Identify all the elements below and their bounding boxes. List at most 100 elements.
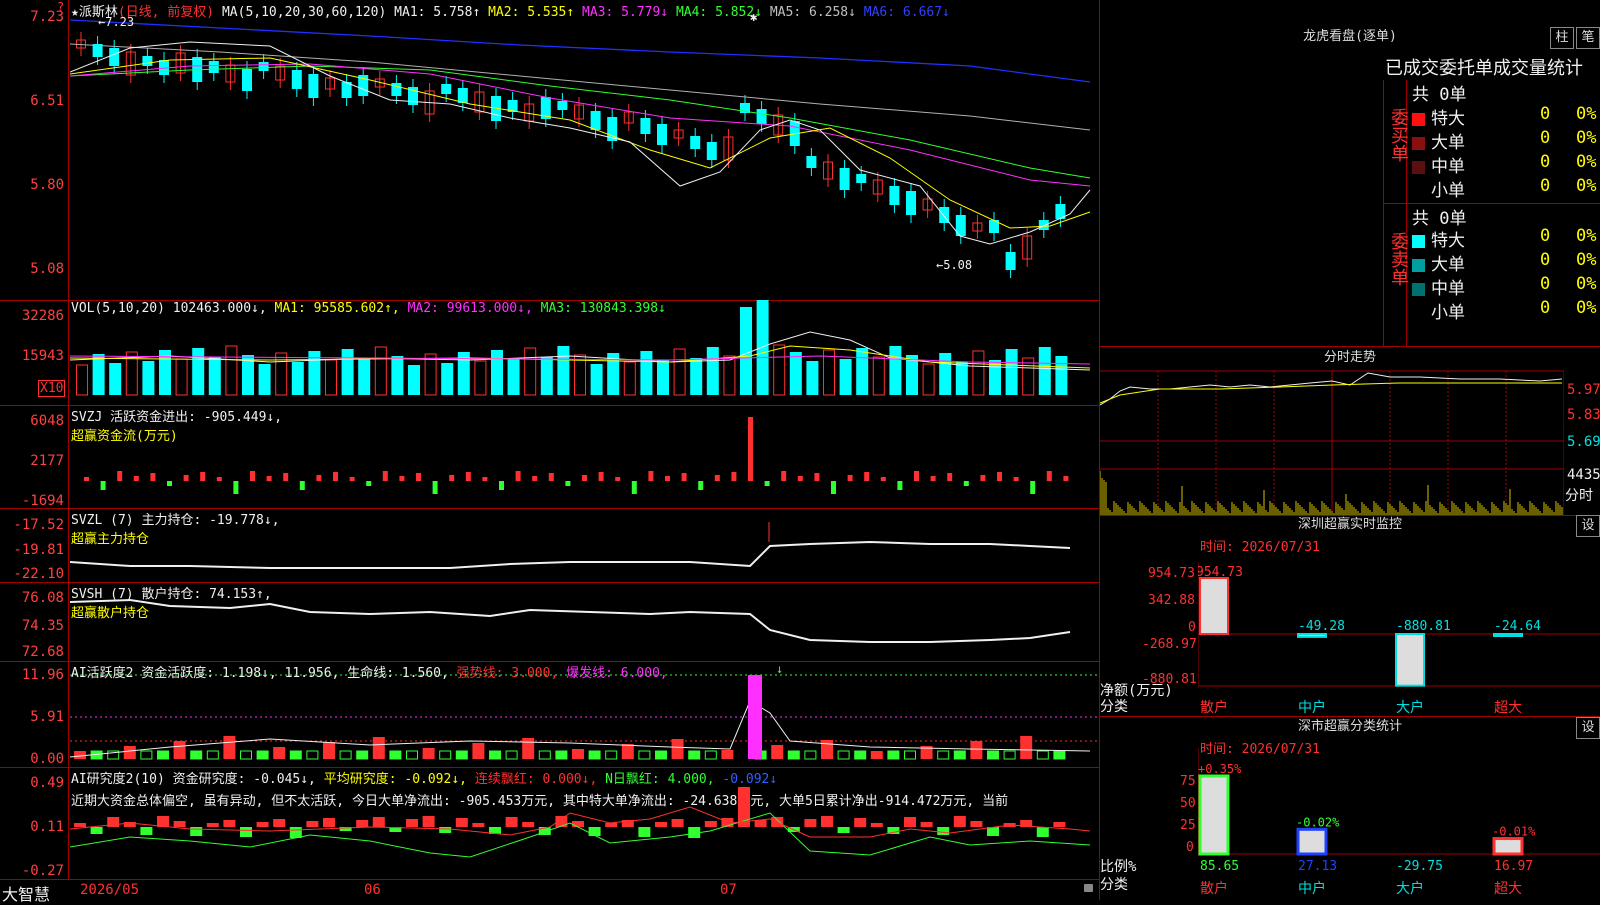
- sz-monitor-panel: 深圳超赢实时监控 设 时间: 2026/07/31 954.73 342.88 …: [1100, 514, 1600, 717]
- ai2-bar: [422, 816, 435, 827]
- lhb-tabs[interactable]: 已成交委托单成交量统计: [1385, 54, 1583, 80]
- sz-class-title: 深市超赢分类统计: [1297, 719, 1402, 734]
- svzj-bar: [781, 471, 787, 481]
- ai1-axis: 11.96 5.91 0.00: [0, 661, 69, 767]
- ai1-bar: [621, 744, 634, 759]
- svzj-bar: [864, 472, 870, 481]
- ai2-bar: [821, 816, 833, 827]
- ma120-line: [70, 19, 1091, 83]
- high-mark: ←7.23: [98, 15, 134, 29]
- lhb-row-name: 小单: [1431, 303, 1465, 323]
- ai2-bar: [223, 820, 236, 827]
- ai1-pane[interactable]: 11.96 5.91 0.00 AI活跃度2 资金活跃度: 1.198↓, 11…: [0, 661, 1099, 768]
- bar-mode-button[interactable]: 柱: [1550, 27, 1574, 49]
- ai1-chart[interactable]: ↓: [70, 661, 1099, 767]
- vol-tick: 15943: [21, 348, 64, 364]
- svzj-axis: 6048 2177 -1694: [0, 405, 69, 509]
- vol-bar: [939, 353, 952, 395]
- vol-bar: [408, 365, 420, 395]
- svzj-bar: [930, 476, 936, 481]
- svzj-bar: [416, 473, 421, 481]
- svzj-bar: [366, 481, 372, 486]
- svsh-line: [70, 598, 1071, 643]
- ai1-bar: [1020, 736, 1033, 759]
- ai2-bar: [273, 819, 286, 827]
- ai2-bar: [522, 822, 535, 827]
- ai2-pane[interactable]: 0.49 0.11 -0.27 AI研究度2(10) 资金研究度: -0.045…: [0, 767, 1099, 879]
- svzl-pane[interactable]: -17.52 -19.81 -22.10 SVZL (7) 主力持仓: -19.…: [0, 508, 1099, 583]
- candle-body: [457, 88, 468, 103]
- ai2-bar: [937, 827, 950, 835]
- svzj-bar: [299, 481, 305, 490]
- sz-monitor-bar: [1199, 577, 1229, 635]
- ai1-bar: [1053, 750, 1066, 760]
- buy-side: 委买单 共 0单 特大 0 0% 大单 0 0% 中单 0 0% 小单 0 0%: [1384, 80, 1600, 204]
- candle-body: [690, 136, 701, 149]
- ai2-bar: [90, 827, 103, 834]
- svzl-line: [70, 540, 1071, 569]
- ai2-bar: [240, 827, 252, 837]
- kline-chart[interactable]: ←7.23 ←5.08 ✱: [70, 0, 1099, 300]
- ai2-bar: [605, 823, 618, 827]
- candle-body: [706, 142, 717, 160]
- ai2-bar: [572, 821, 584, 827]
- candle-body: [208, 61, 219, 73]
- fenshi-chart[interactable]: [1100, 369, 1564, 515]
- ai2-bar: [206, 823, 219, 827]
- color-swatch: [1412, 160, 1425, 174]
- vol-axis: 32286 15943 X10: [0, 300, 69, 405]
- kline-pane[interactable]: 7.23 6.51 5.80 5.08 ? ★派斯林(日线, 前复权) MA(5…: [0, 0, 1099, 301]
- vol-bar: [391, 356, 404, 395]
- fenshi-tick: 5.83: [1567, 407, 1600, 423]
- ai2-bar: [970, 821, 983, 827]
- ai1-bar: [787, 750, 800, 760]
- candle-body: [640, 118, 651, 134]
- star-marker: ✱: [750, 10, 757, 24]
- svzj-bar: [1030, 481, 1036, 494]
- ai2-chart[interactable]: [70, 767, 1099, 879]
- ai1-bar: [206, 750, 219, 760]
- vol-bar: [76, 364, 88, 396]
- ai1-bar: [190, 750, 203, 760]
- ai1-line: [70, 700, 1091, 758]
- svsh-chart[interactable]: [70, 582, 1099, 661]
- svzj-bar: [714, 475, 720, 481]
- month-label: 2026/05: [80, 882, 140, 898]
- ai2-bar: [870, 823, 883, 827]
- lock-icon[interactable]: [1084, 884, 1093, 892]
- tick-mode-button[interactable]: 笔: [1576, 27, 1600, 49]
- sz-class-settings-button[interactable]: 设: [1576, 717, 1600, 739]
- ai1-bar: [854, 750, 867, 760]
- svzj-pane[interactable]: 6048 2177 -1694 SVZJ 活跃资金进出: -905.449↓, …: [0, 405, 1099, 509]
- svzl-chart[interactable]: [70, 508, 1099, 582]
- brand-label[interactable]: 大智慧: [2, 881, 50, 905]
- ai2-bar: [704, 821, 717, 827]
- vol-bar: [872, 356, 885, 396]
- sz-class-category: 中户: [1298, 880, 1326, 897]
- svsh-pane[interactable]: 76.08 74.35 72.68 SVSH (7) 散户持仓: 74.153↑…: [0, 582, 1099, 662]
- fenshi-panel[interactable]: 分时走势 5.97 5.83 5.69 4435 分时: [1100, 346, 1600, 516]
- lhb-row: 中单 0 0%: [1412, 152, 1600, 177]
- ai1-bar: [422, 748, 435, 759]
- svzj-bar: [1046, 471, 1052, 481]
- lhb-title-bar: 龙虎看盘(逐单) 柱 笔: [1100, 26, 1600, 49]
- ai1-bar: [771, 745, 784, 759]
- svzj-bar: [997, 472, 1002, 481]
- svzj-chart[interactable]: [70, 405, 1099, 508]
- ai2-bar: [289, 827, 302, 838]
- vol-bar: [773, 344, 786, 396]
- ai1-bar: [356, 750, 369, 760]
- svzj-bar: [548, 473, 554, 481]
- vol-chart[interactable]: [70, 300, 1099, 405]
- svzj-bar: [150, 473, 156, 481]
- svzj-bar: [797, 476, 803, 481]
- candle-body: [109, 48, 120, 66]
- ma20-line: [70, 63, 1091, 187]
- corner-marker[interactable]: ?: [57, 0, 64, 14]
- sz-monitor-settings-button[interactable]: 设: [1576, 515, 1600, 537]
- svzj-bar: [316, 475, 322, 481]
- svzj-bar: [250, 471, 255, 481]
- lhb-row-count: 0: [1540, 274, 1551, 294]
- lhb-row-count: 0: [1540, 176, 1551, 196]
- vol-pane[interactable]: 32286 15943 X10 VOL(5,10,20) 102463.000↓…: [0, 300, 1099, 406]
